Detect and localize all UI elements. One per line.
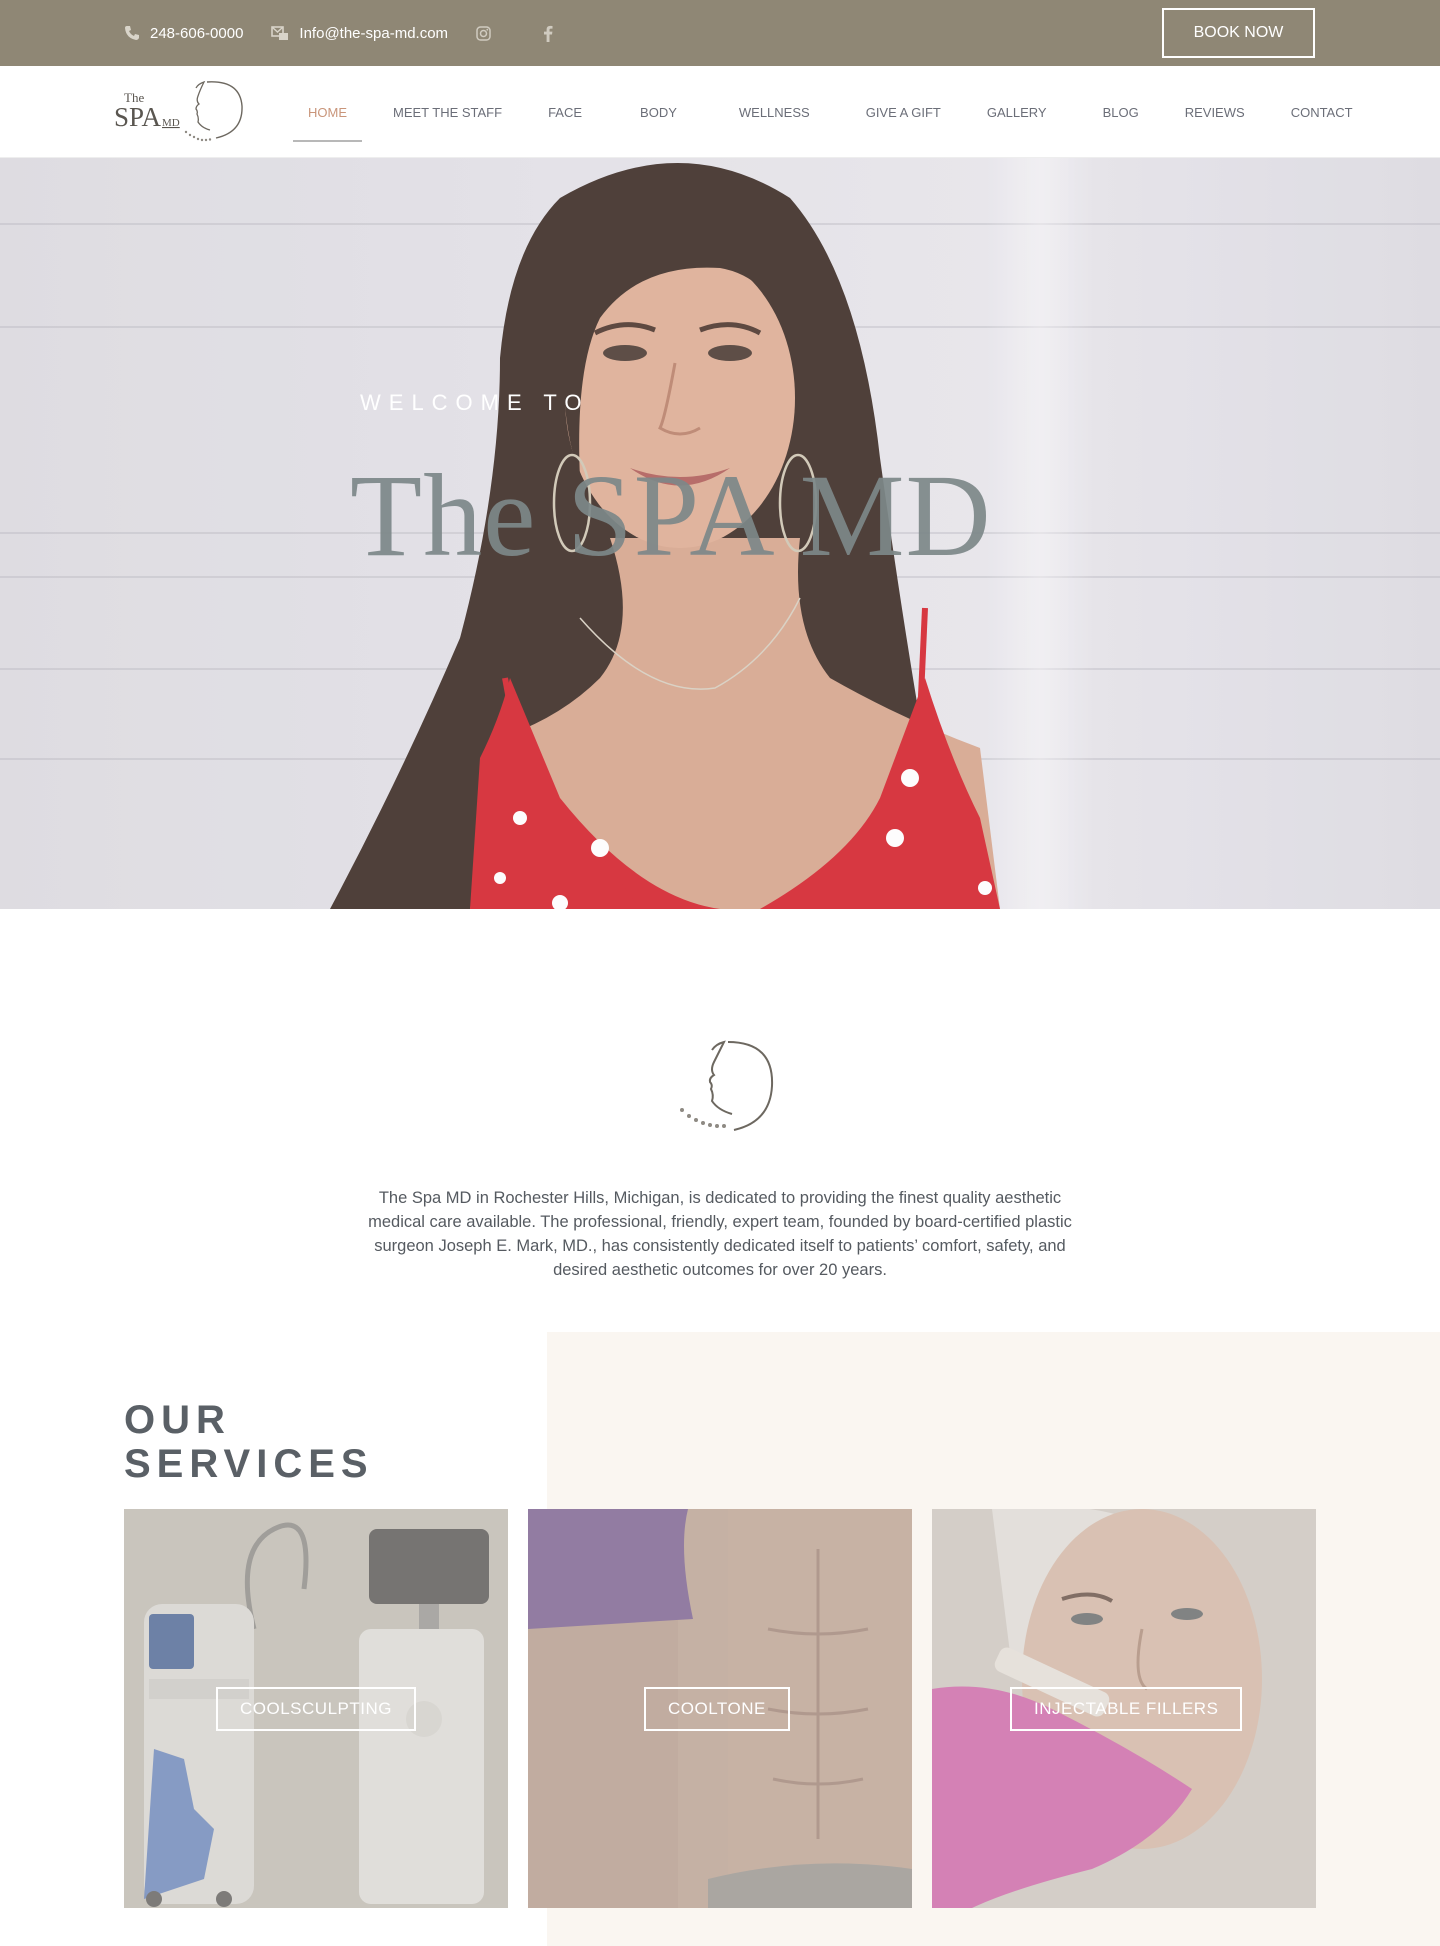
phone-icon [125,26,139,40]
main-navbar: The SPA MD HOME MEET THE STAFF FACE BODY… [0,66,1440,158]
nav-contact[interactable]: CONTACT [1291,105,1353,120]
services-heading-line1: OUR [124,1398,231,1442]
phone-link[interactable]: 248-606-0000 [124,25,243,42]
logo-text-md: MD [162,117,180,129]
top-bar: 248-606-0000 Info@the-spa-md.com BOOK NO… [0,0,1440,66]
nav-body[interactable]: BODY [640,105,677,120]
service-card-injectable-fillers[interactable]: INJECTABLE FILLERS [932,1509,1316,1908]
instagram-icon [476,25,491,41]
services-heading: OUR SERVICES [124,1398,374,1486]
services-heading-line2: SERVICES [124,1442,374,1486]
book-now-button[interactable]: BOOK NOW [1162,8,1315,58]
face-logo-icon [680,1040,774,1131]
service-card-cooltone[interactable]: COOLTONE [528,1509,912,1908]
phone-number: 248-606-0000 [150,24,244,42]
intro-paragraph: The Spa MD in Rochester Hills, Michigan,… [368,1189,1072,1279]
nav-wellness[interactable]: WELLNESS [739,105,810,120]
contact-info: 248-606-0000 Info@the-spa-md.com [124,0,605,66]
nav-give-a-gift[interactable]: GIVE A GIFT [866,105,941,120]
service-card-coolsculpting[interactable]: COOLSCULPTING [124,1509,508,1908]
email-link[interactable]: Info@the-spa-md.com [271,25,448,42]
facebook-icon [544,25,553,42]
nav-home[interactable]: HOME [293,105,362,142]
email-address: Info@the-spa-md.com [299,24,449,42]
hero-title: The SPA MD [350,450,992,581]
nav-face[interactable]: FACE [548,105,582,120]
primary-nav: HOME MEET THE STAFF FACE BODY WELLNESS G… [293,66,1353,158]
coolsculpting-button[interactable]: COOLSCULPTING [216,1687,416,1731]
nav-gallery[interactable]: GALLERY [987,105,1047,120]
hero-welcome-text: WELCOME TO [360,390,590,415]
spa-md-logo[interactable]: The SPA MD [112,76,247,146]
nav-blog[interactable]: BLOG [1103,105,1139,120]
cooltone-button[interactable]: COOLTONE [644,1687,790,1731]
email-icon [271,26,289,40]
facebook-link[interactable] [543,25,563,42]
nav-meet-the-staff[interactable]: MEET THE STAFF [393,105,502,120]
instagram-link[interactable] [476,25,501,41]
hero-section: WELCOME TO The SPA MD [0,158,1440,909]
injectable-fillers-button[interactable]: INJECTABLE FILLERS [1010,1687,1243,1731]
nav-reviews[interactable]: REVIEWS [1185,105,1245,120]
logo-text-spa: SPA [114,102,162,132]
